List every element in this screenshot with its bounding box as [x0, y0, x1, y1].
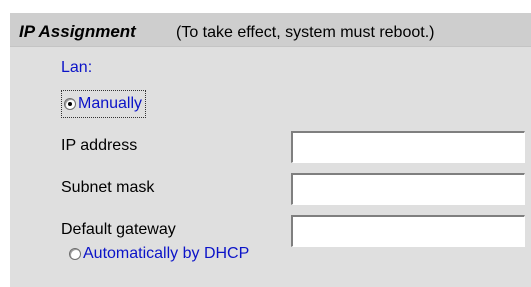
default-gateway-input[interactable] [290, 214, 526, 248]
section-title: IP Assignment [19, 22, 136, 41]
default-gateway-row: Default gateway [10, 214, 531, 248]
manual-radio-label[interactable]: Manually [78, 95, 142, 113]
ip-assignment-panel: IP Assignment (To take effect, system mu… [10, 13, 531, 287]
dhcp-radio-option[interactable]: Automatically by DHCP [69, 245, 249, 263]
subnet-mask-row: Subnet mask [10, 172, 531, 206]
ip-address-input[interactable] [290, 130, 526, 164]
ip-address-row: IP address [10, 130, 531, 164]
manual-radio-button[interactable] [64, 98, 76, 110]
manual-radio-option[interactable]: Manually [61, 90, 147, 118]
subnet-mask-input[interactable] [290, 172, 526, 206]
dhcp-radio-button[interactable] [69, 248, 81, 260]
subnet-mask-label: Subnet mask [61, 179, 155, 196]
ip-address-label: IP address [61, 137, 138, 154]
lan-label: Lan: [61, 59, 93, 76]
section-header: IP Assignment (To take effect, system mu… [10, 13, 531, 47]
section-note: (To take effect, system must reboot.) [176, 24, 435, 41]
dhcp-radio-label[interactable]: Automatically by DHCP [83, 245, 249, 263]
default-gateway-label: Default gateway [61, 221, 176, 238]
